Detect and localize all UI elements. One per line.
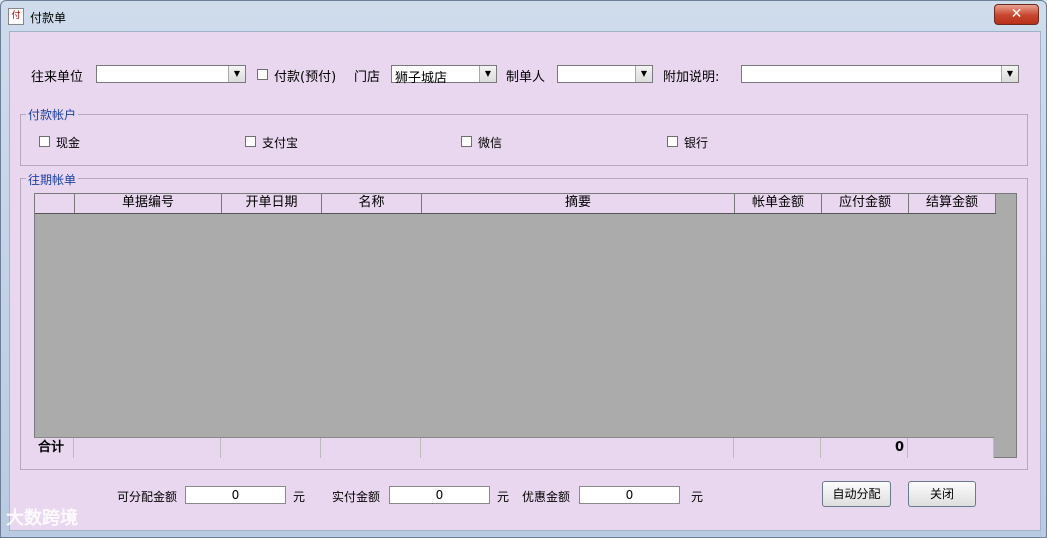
column-header-summary[interactable]: 摘要: [422, 194, 735, 213]
store-select[interactable]: 狮子城店 ▼: [391, 65, 497, 86]
maker-select[interactable]: ▼: [557, 65, 653, 83]
paid-label: 实付金额: [332, 490, 381, 504]
cash-label: 现金: [56, 136, 81, 150]
column-header-settled-amount[interactable]: 结算金额: [909, 194, 996, 213]
chevron-down-icon[interactable]: ▼: [1001, 66, 1018, 82]
allocatable-label: 可分配金额: [117, 490, 178, 504]
table-footer: 合计 0: [34, 437, 994, 458]
note-label: 附加说明:: [663, 70, 720, 85]
column-header-bill-no[interactable]: 单据编号: [75, 194, 222, 213]
paid-input[interactable]: 0: [389, 486, 490, 504]
paid-unit: 元: [497, 490, 510, 504]
payable-total: 0: [821, 438, 908, 458]
form-area: 往来单位 ▼ 付款(预付) 门店 狮子城店 ▼ 制单人 ▼ 附加说明: ▼ 付款…: [9, 31, 1041, 531]
discount-unit: 元: [691, 490, 704, 504]
column-header-date[interactable]: 开单日期: [222, 194, 322, 213]
store-value: 狮子城店: [395, 71, 448, 86]
app-icon: 付: [8, 8, 24, 25]
store-label: 门店: [354, 70, 381, 85]
column-header-name[interactable]: 名称: [322, 194, 422, 213]
total-label: 合计: [34, 438, 74, 458]
past-bills-title: 往期帐单: [26, 171, 79, 188]
watermark-logo: 大数跨境: [6, 508, 78, 529]
chevron-down-icon[interactable]: ▼: [228, 66, 245, 82]
payment-accounts-group: [20, 114, 1028, 166]
maker-label: 制单人: [506, 70, 546, 85]
cash-checkbox[interactable]: [39, 136, 50, 147]
window-title: 付款单: [30, 11, 67, 25]
chevron-down-icon[interactable]: ▼: [479, 66, 496, 82]
partner-select[interactable]: ▼: [96, 65, 246, 83]
discount-label: 优惠金额: [522, 490, 571, 504]
discount-input[interactable]: 0: [579, 486, 680, 504]
wechat-label: 微信: [478, 136, 503, 150]
alipay-label: 支付宝: [262, 136, 299, 150]
footer-cell: [421, 438, 734, 458]
allocatable-unit: 元: [293, 490, 306, 504]
table-header: 单据编号 开单日期 名称 摘要 帐单金额 应付金额 结算金额: [35, 194, 996, 214]
close-button[interactable]: 关闭: [908, 481, 976, 507]
wechat-checkbox[interactable]: [461, 136, 472, 147]
column-header-payable-amount[interactable]: 应付金额: [822, 194, 909, 213]
bank-label: 银行: [684, 136, 709, 150]
partner-label: 往来单位: [31, 70, 84, 85]
footer-cell: [908, 438, 994, 458]
title-bar: 付 付款单 ✕: [1, 1, 1046, 31]
footer-cell: [221, 438, 321, 458]
prepay-label: 付款(预付): [274, 70, 337, 85]
column-header-bill-amount[interactable]: 帐单金额: [735, 194, 822, 213]
window: 付 付款单 ✕ 往来单位 ▼ 付款(预付) 门店 狮子城店 ▼ 制单人 ▼ 附加…: [0, 0, 1047, 538]
auto-allocate-button[interactable]: 自动分配: [822, 481, 891, 507]
close-window-button[interactable]: ✕: [994, 4, 1039, 25]
footer-cell: [734, 438, 821, 458]
prepay-checkbox[interactable]: [257, 69, 268, 80]
note-select[interactable]: ▼: [741, 65, 1019, 83]
bills-table[interactable]: 单据编号 开单日期 名称 摘要 帐单金额 应付金额 结算金额: [34, 193, 1017, 458]
chevron-down-icon[interactable]: ▼: [635, 66, 652, 82]
alipay-checkbox[interactable]: [245, 136, 256, 147]
allocatable-input[interactable]: 0: [185, 486, 286, 504]
column-header-rowselector[interactable]: [35, 194, 75, 213]
payment-accounts-title: 付款帐户: [26, 106, 79, 123]
bank-checkbox[interactable]: [667, 136, 678, 147]
footer-cell: [74, 438, 221, 458]
footer-cell: [321, 438, 421, 458]
